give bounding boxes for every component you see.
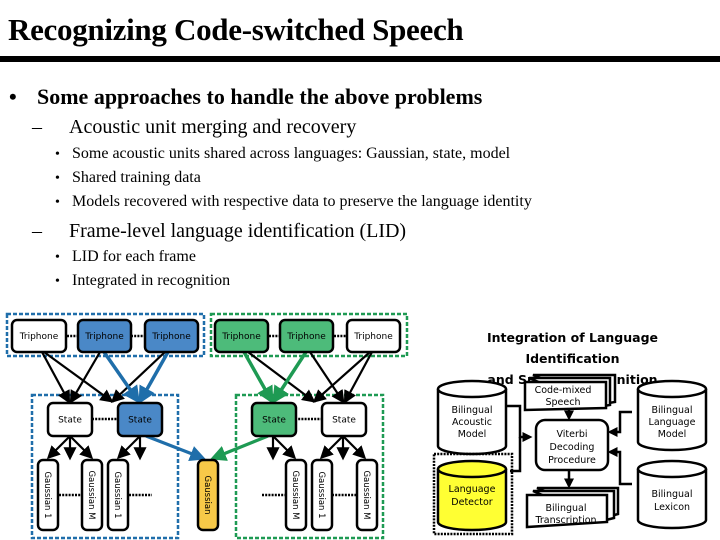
- code-mixed-speech-input: Code-mixed Speech: [523, 373, 617, 412]
- language-model-line-1: Bilingual: [652, 405, 693, 416]
- language-detector-line-1: Language: [449, 484, 496, 495]
- bullet-marker: •: [55, 195, 60, 210]
- lexicon-line-2: Lexicon: [654, 502, 690, 513]
- title-divider: [0, 56, 720, 62]
- slide-title: Recognizing Code-switched Speech: [8, 12, 464, 47]
- acoustic-model-line-2: Acoustic: [452, 417, 492, 428]
- bullet-text: Shared training data: [72, 169, 201, 186]
- bullet-l2: – Acoustic unit merging and recovery: [32, 116, 356, 139]
- code-mixed-line-2: Speech: [546, 397, 581, 408]
- language-detector-line-2: Detector: [451, 497, 492, 508]
- bilingual-acoustic-model: Bilingual Acoustic Model: [436, 379, 508, 456]
- acoustic-model-line-1: Bilingual: [452, 405, 493, 416]
- bullet-l2: – Frame-level language identification (LI…: [32, 220, 406, 243]
- bullet-l3: • Shared training data: [55, 169, 201, 187]
- bullet-marker: •: [55, 171, 60, 186]
- bullet-text: Some approaches to handle the above prob…: [37, 84, 483, 109]
- viterbi-line-1: Viterbi: [556, 429, 587, 440]
- bullet-text: LID for each frame: [72, 248, 196, 265]
- transcription-line-2: Transcription: [534, 515, 596, 526]
- bullet-l3: • Integrated in recognition: [55, 272, 230, 290]
- bullet-l3: • Models recovered with respective data t…: [55, 193, 532, 211]
- bullet-l1: • Some approaches to handle the above pro…: [9, 84, 482, 110]
- bullet-text: Models recovered with respective data to…: [72, 193, 532, 210]
- viterbi-line-2: Decoding: [550, 442, 595, 453]
- dash-marker: –: [32, 116, 42, 138]
- bullet-l3: • LID for each frame: [55, 248, 196, 266]
- bullet-marker: •: [55, 250, 60, 265]
- viterbi-line-3: Procedure: [548, 455, 596, 466]
- dash-marker: –: [32, 220, 42, 242]
- bullet-marker: •: [55, 274, 60, 289]
- bullet-text: Integrated in recognition: [72, 272, 231, 289]
- viterbi-decoding-procedure: Viterbi Decoding Procedure: [534, 418, 610, 472]
- language-model-line-2: Language: [649, 417, 696, 428]
- bullet-marker: •: [9, 84, 17, 109]
- code-mixed-line-1: Code-mixed: [535, 385, 592, 396]
- bilingual-transcription-output: Bilingual Transcription: [525, 486, 620, 529]
- transcription-line-1: Bilingual: [546, 503, 587, 514]
- bilingual-language-model: Bilingual Language Model: [636, 379, 708, 452]
- bilingual-lexicon: Bilingual Lexicon: [636, 459, 708, 530]
- language-model-line-3: Model: [658, 429, 687, 440]
- bullet-text: Some acoustic units shared across langua…: [72, 145, 511, 162]
- lid-integration-diagram: Bilingual Acoustic Model Language Detect…: [432, 373, 708, 536]
- language-detector: Language Detector: [432, 452, 514, 536]
- bullet-marker: •: [55, 147, 60, 162]
- bullet-text: Acoustic unit merging and recovery: [69, 116, 357, 138]
- bullet-text: Frame-level language identification (LID…: [69, 220, 407, 242]
- lexicon-line-1: Bilingual: [652, 489, 693, 500]
- bullet-l3: • Some acoustic units shared across langu…: [55, 145, 510, 163]
- acoustic-model-line-3: Model: [458, 429, 487, 440]
